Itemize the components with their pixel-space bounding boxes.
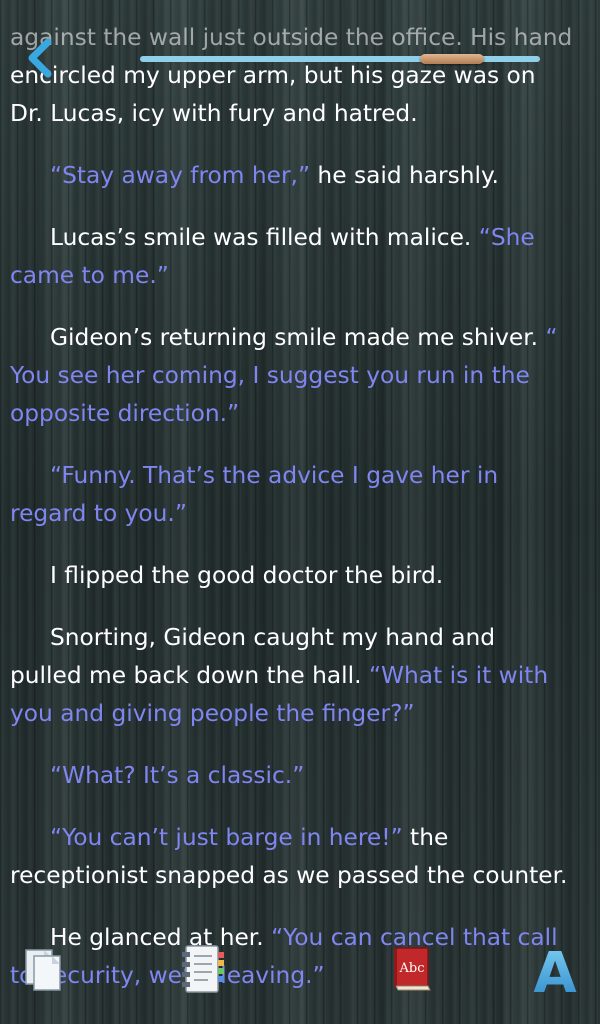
text-line: Snorting, Gideon caught my hand and	[10, 619, 594, 657]
paragraph: Lucas’s smile was filled with malice. “S…	[10, 219, 594, 295]
dialogue-span: “	[545, 324, 558, 351]
dialogue-span: “Stay away from her,”	[50, 162, 311, 189]
paragraph: Gideon’s returning smile made me shiver.…	[10, 319, 594, 433]
dialogue-span: you and giving people the finger?”	[10, 700, 415, 727]
paragraph: “What? It’s a classic.”	[10, 757, 594, 795]
paragraph: “Stay away from her,” he said harshly.	[10, 157, 594, 195]
dialogue-span: You see her coming, I suggest you run in…	[10, 362, 530, 389]
text-line: against the wall just outside the office…	[10, 19, 594, 57]
text-line: receptionist snapped as we passed the co…	[10, 857, 594, 895]
text-line: came to me.”	[10, 257, 594, 295]
dialogue-span: “What? It’s a classic.”	[50, 762, 305, 789]
dictionary-label: Abc	[399, 961, 425, 976]
paragraph: “Funny. That’s the advice I gave her in r…	[10, 457, 594, 533]
dictionary-book-icon: Abc	[394, 947, 431, 991]
pages-button[interactable]	[22, 948, 66, 992]
paragraph: against the wall just outside the office…	[10, 19, 594, 133]
narration-span: He glanced at her.	[50, 924, 272, 951]
narration-span: pulled me back down the hall.	[10, 662, 369, 689]
dialogue-span: “Funny. That’s the advice I gave her in	[50, 462, 499, 489]
dialogue-span: came to me.”	[10, 262, 169, 289]
narration-span: Gideon’s returning smile made me shiver.	[50, 324, 546, 351]
text-line: Dr. Lucas, icy with fury and hatred.	[10, 95, 594, 133]
text-line: regard to you.”	[10, 495, 594, 533]
dialogue-span: “You can’t just barge in here!”	[50, 824, 403, 851]
narration-span: Snorting, Gideon caught my hand and	[50, 624, 496, 651]
progress-thumb[interactable]	[420, 54, 484, 64]
narration-span: he said harshly.	[310, 162, 499, 189]
narration-span: receptionist snapped as we passed the co…	[10, 862, 568, 889]
narration-span: Dr. Lucas, icy with fury and hatred.	[10, 100, 418, 127]
text-line: you and giving people the finger?”	[10, 695, 594, 733]
font-label: A	[533, 941, 577, 998]
text-line: He glanced at her. “You can cancel that …	[10, 919, 594, 957]
text-line: “What? It’s a classic.”	[10, 757, 594, 795]
book-text[interactable]: against the wall just outside the office…	[10, 19, 594, 1019]
font-size-icon: A	[533, 941, 577, 998]
narration-span: the	[402, 824, 449, 851]
table-of-contents-button[interactable]	[180, 942, 226, 996]
paragraph: I flipped the good doctor the bird.	[10, 557, 594, 595]
text-line: “Stay away from her,” he said harshly.	[10, 157, 594, 195]
table-of-contents-icon	[182, 945, 224, 993]
narration-span: against the wall just outside the office…	[10, 24, 573, 51]
narration-span: I flipped the good doctor the bird.	[50, 562, 444, 589]
narration-span: encircled my upper arm, but his gaze was…	[10, 62, 536, 89]
dictionary-button[interactable]: Abc	[388, 944, 436, 994]
paragraph: “You can’t just barge in here!” the recep…	[10, 819, 594, 895]
text-line: pulled me back down the hall. “What is i…	[10, 657, 594, 695]
text-line: I flipped the good doctor the bird.	[10, 557, 594, 595]
text-line: Lucas’s smile was filled with malice. “S…	[10, 219, 594, 257]
text-line: opposite direction.”	[10, 395, 594, 433]
back-button[interactable]	[24, 38, 58, 78]
pages-icon	[25, 949, 61, 991]
text-line: “You can’t just barge in here!” the	[10, 819, 594, 857]
text-line: to security, we’re leaving.”	[10, 957, 594, 995]
text-line: “Funny. That’s the advice I gave her in	[10, 457, 594, 495]
text-line: Gideon’s returning smile made me shiver.…	[10, 319, 594, 357]
text-line: You see her coming, I suggest you run in…	[10, 357, 594, 395]
dialogue-span: regard to you.”	[10, 500, 187, 527]
paragraph: Snorting, Gideon caught my hand and pulle…	[10, 619, 594, 733]
chevron-left-icon	[28, 38, 52, 78]
dialogue-span: “What is it with	[368, 662, 549, 689]
text-line: encircled my upper arm, but his gaze was…	[10, 57, 594, 95]
dialogue-span: “She	[478, 224, 535, 251]
paragraph: He glanced at her. “You can cancel that …	[10, 919, 594, 995]
font-settings-button[interactable]: A	[528, 940, 582, 998]
dialogue-span: opposite direction.”	[10, 400, 240, 427]
narration-span: Lucas’s smile was filled with malice.	[50, 224, 479, 251]
